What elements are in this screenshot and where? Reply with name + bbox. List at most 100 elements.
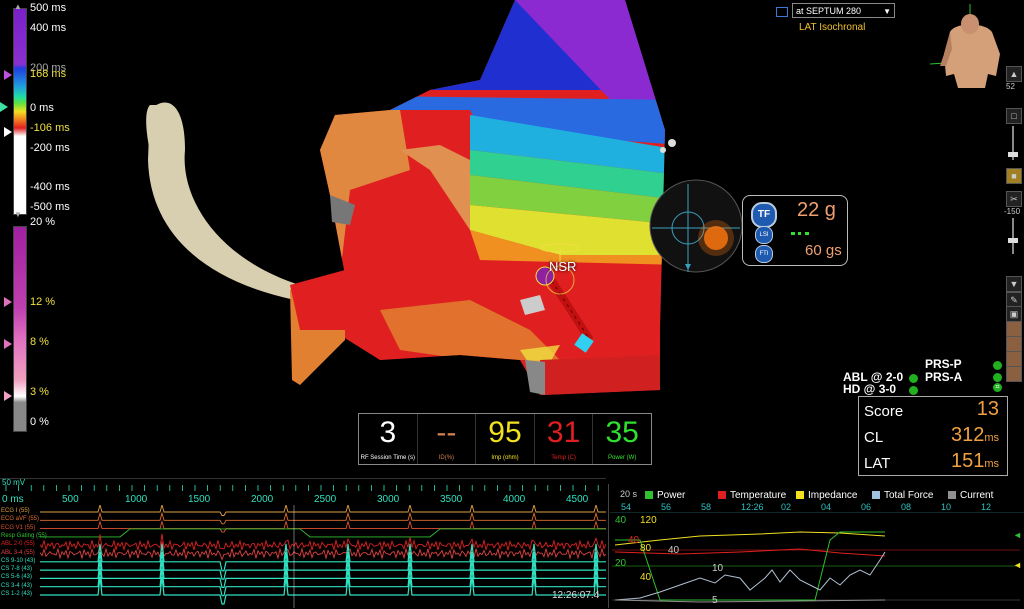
score-label: Score (864, 403, 904, 420)
dropdown-toggle-icon[interactable]: ▼ (1006, 276, 1022, 292)
trend-legend-temperature[interactable]: Temperature (718, 490, 786, 501)
scale-top-handle[interactable]: ▲ (14, 2, 22, 11)
ecg-channel-label[interactable]: ABL 3-4 (55) (1, 550, 35, 556)
trend-legend-current-label: Current (960, 490, 994, 501)
rf-session-time-value: 3 (379, 416, 397, 449)
trend-legend-impedance[interactable]: Impedance (796, 490, 857, 501)
percent-marker-12[interactable] (4, 297, 12, 307)
rf-impedance-value: 95 (488, 416, 522, 449)
trend-legend-swatch-temperature (718, 491, 726, 499)
stamp-icon[interactable]: □ (1006, 108, 1022, 124)
hd-status-dot (909, 386, 918, 395)
scale-label-500: 500 ms (30, 2, 67, 14)
clip-icon[interactable]: ✂ (1006, 191, 1022, 207)
trend-legend-swatch-impedance (796, 491, 804, 499)
anatomical-map-3d[interactable] (140, 0, 680, 400)
ecg-trace (40, 568, 606, 597)
ecg-channel-label[interactable]: ECG I (55) (1, 508, 30, 514)
lsi-badge[interactable]: LSI (755, 226, 773, 244)
ecg-channel-label[interactable]: CS 7-8 (43) (1, 566, 32, 572)
ecg-channel-label[interactable]: ECG V1 (55) (1, 525, 35, 531)
force-panel: TF LSI FTI 22 g 60 gs (742, 195, 848, 266)
lat-value: 151 (950, 450, 985, 472)
ecg-trace (40, 519, 606, 533)
ecg-ruler-marks (5, 485, 599, 491)
ecg-ruler-tick-label: 2000 (251, 494, 274, 505)
ecg-trace (40, 528, 606, 538)
torso-orientation-icon[interactable] (930, 4, 1016, 92)
tf-badge[interactable]: TF (751, 202, 777, 228)
trend-ylabel-mid-1: 80 (640, 543, 652, 554)
trend-ylabel-left-3: 40 (640, 572, 652, 583)
upper-threshold-marker[interactable] (4, 70, 12, 80)
score-value: 13 (976, 398, 999, 420)
lat-color-scale (13, 8, 27, 215)
percent-marker-8[interactable] (4, 339, 12, 349)
lower-threshold-marker[interactable] (4, 127, 12, 137)
cl-value: 312 (950, 424, 985, 446)
lsi-progress (791, 232, 809, 238)
percent-color-scale (13, 226, 27, 432)
ecg-channel-label[interactable]: CS 1-2 (43) (1, 591, 32, 597)
percent-label-12: 12 % (30, 296, 56, 308)
trend-plot (610, 512, 1024, 603)
depth-slider-thumb[interactable] (1008, 238, 1018, 243)
map-icon[interactable] (776, 7, 788, 17)
trend-impedance-line (614, 531, 886, 546)
ecg-trace (40, 505, 606, 516)
ecg-channel-label[interactable]: ECG aVF (55) (1, 516, 39, 522)
trend-time-tick: 02 (781, 502, 792, 512)
layer-icon[interactable]: ■ (1006, 168, 1022, 184)
trend-window-label: 20 s (620, 489, 638, 499)
trend-legend-current[interactable]: Current (948, 490, 993, 501)
depth-slider[interactable] (1012, 218, 1014, 254)
zoom-slider-thumb[interactable] (1008, 152, 1018, 157)
prs-p-label: PRS-P (925, 357, 962, 371)
ecg-trace (40, 576, 606, 605)
prs-a-status-dot (993, 373, 1002, 382)
trend-legend-power[interactable]: Power (645, 490, 685, 501)
ecg-ruler-tick-label: 1000 (125, 494, 148, 505)
torso-back-icon[interactable] (1006, 351, 1022, 367)
trend-ylabel-mid-0: 120 (640, 515, 657, 526)
ecg-channel-label[interactable]: CS 3-4 (43) (1, 583, 32, 589)
trend-ylabel-plot-0: 10 (712, 563, 724, 574)
torso-side-icon[interactable] (1006, 336, 1022, 352)
mountain-icon[interactable]: ▲ (1006, 66, 1022, 82)
cl-unit: ms (984, 432, 999, 444)
map-selector-value: at SEPTUM 280 (796, 6, 862, 16)
trend-marker-right-1: ◄ (1013, 530, 1022, 540)
trend-time-tick: 08 (901, 502, 912, 512)
rf-temp-caption: Temp (C) (551, 455, 576, 461)
trend-ylabel-left-1: 40 (628, 535, 640, 546)
ecg-ruler-tick-label: 2500 (314, 494, 337, 505)
percent-marker-3[interactable] (4, 391, 12, 401)
ecg-channel-label[interactable]: CS 9-10 (43) (1, 558, 35, 564)
torso-front-icon[interactable] (1006, 321, 1022, 337)
cl-value-wrap: 312ms (951, 424, 999, 447)
scale-label-400: 400 ms (30, 22, 67, 34)
fti-badge[interactable]: FTI (755, 245, 773, 263)
view-icon[interactable]: ▣ (1006, 306, 1022, 322)
map-selector[interactable]: at SEPTUM 280 ▼ (792, 3, 895, 18)
scale-label-minus106: -106 ms (30, 122, 70, 134)
ecg-ruler-start: 0 ms (2, 494, 24, 505)
map-label-nsr: NSR (549, 259, 577, 274)
chevron-down-icon: ▼ (883, 7, 891, 16)
rf-id-caption: ID(%) (438, 455, 455, 461)
ecg-channel-label[interactable]: ABL 2-0 (55) (1, 541, 35, 547)
ecg-ruler-tick-label: 4500 (566, 494, 589, 505)
rf-temp-cell: 31 Temp (C) (535, 414, 594, 464)
zero-marker[interactable] (0, 102, 8, 112)
signal-icon[interactable]: ⌗ (993, 383, 1002, 392)
trend-time-tick: 12 (981, 502, 992, 512)
rf-impedance-caption: Imp (ohm) (491, 455, 519, 461)
scale-label-168: 168 ms (30, 68, 67, 80)
force-value: 22 g (797, 199, 836, 221)
torso-oblique-icon[interactable] (1006, 366, 1022, 382)
trend-time-tick: 56 (661, 502, 672, 512)
trend-legend-total-force[interactable]: Total Force (872, 490, 933, 501)
ecg-channel-label[interactable]: CS 5-6 (43) (1, 574, 32, 580)
scale-bottom-handle[interactable]: ▼ (14, 210, 22, 219)
ecg-ruler-tick-label: 500 (62, 494, 79, 505)
